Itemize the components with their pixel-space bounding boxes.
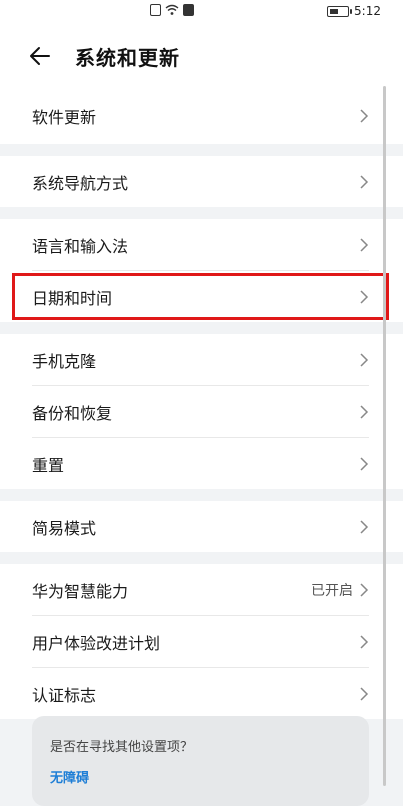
settings-item-software-update[interactable]: 软件更新 (32, 88, 369, 144)
accessibility-link[interactable]: 无障碍 (50, 767, 351, 786)
scrollbar[interactable] (383, 86, 386, 786)
chevron-right-icon (360, 109, 369, 123)
chevron-right-icon (360, 237, 369, 252)
settings-item-label: 用户体验改进计划 (32, 633, 161, 653)
chevron-right-icon (360, 352, 369, 367)
settings-group: 软件更新 (0, 88, 403, 144)
settings-item-reset[interactable]: 重置 (32, 438, 369, 489)
status-icons (150, 4, 194, 16)
page-title: 系统和更新 (75, 45, 180, 70)
chevron-right-icon (360, 289, 369, 304)
chevron-right-icon (360, 519, 369, 534)
suggestion-question: 是否在寻找其他设置项？ (50, 740, 194, 755)
settings-group: 华为智慧能力 已开启 用户体验改进计划 认证标志 (0, 564, 403, 719)
settings-item-label: 重置 (32, 455, 65, 475)
wifi-icon (165, 4, 179, 16)
settings-item-label: 日期和时间 (32, 288, 113, 308)
chevron-right-icon (360, 456, 369, 471)
chevron-right-icon (360, 582, 369, 597)
settings-item-user-experience[interactable]: 用户体验改进计划 (32, 616, 369, 668)
settings-item-label: 简易模式 (32, 518, 97, 538)
settings-item-huawei-assistant[interactable]: 华为智慧能力 已开启 (32, 564, 369, 616)
settings-group: 简易模式 (0, 501, 403, 552)
status-bar: 5:12 (0, 0, 403, 24)
status-value: 已开启 (311, 582, 353, 599)
settings-group: 语言和输入法 日期和时间 (0, 219, 403, 322)
settings-item-backup-restore[interactable]: 备份和恢复 (32, 386, 369, 438)
settings-group: 手机克隆 备份和恢复 重置 (0, 334, 403, 489)
settings-item-date-time[interactable]: 日期和时间 (12, 271, 389, 322)
battery-icon (327, 5, 353, 17)
back-arrow-icon[interactable] (29, 45, 51, 67)
page-header: 系统和更新 (0, 24, 403, 88)
settings-item-simple-mode[interactable]: 简易模式 (32, 501, 369, 552)
chevron-right-icon (360, 174, 369, 189)
chevron-right-icon (360, 634, 369, 649)
chevron-right-icon (360, 404, 369, 419)
settings-item-system-navigation[interactable]: 系统导航方式 (32, 156, 369, 207)
status-time: 5:12 (354, 4, 381, 18)
chevron-right-icon (360, 686, 369, 701)
notification-icon (183, 4, 194, 16)
suggestion-card: 是否在寻找其他设置项？ 无障碍 (32, 716, 369, 806)
settings-item-label: 软件更新 (32, 108, 97, 127)
settings-item-label: 华为智慧能力 (32, 581, 129, 601)
sim-icon (150, 4, 161, 16)
settings-item-label: 备份和恢复 (32, 403, 113, 423)
settings-item-label: 手机克隆 (32, 351, 97, 371)
settings-item-language-input[interactable]: 语言和输入法 (32, 219, 369, 271)
settings-group: 系统导航方式 (0, 156, 403, 207)
status-right: 5:12 (327, 4, 381, 18)
settings-item-certification[interactable]: 认证标志 (32, 668, 369, 719)
settings-item-label: 语言和输入法 (32, 236, 129, 256)
settings-item-label: 系统导航方式 (32, 173, 129, 193)
settings-item-label: 认证标志 (32, 685, 97, 705)
settings-item-phone-clone[interactable]: 手机克隆 (32, 334, 369, 386)
